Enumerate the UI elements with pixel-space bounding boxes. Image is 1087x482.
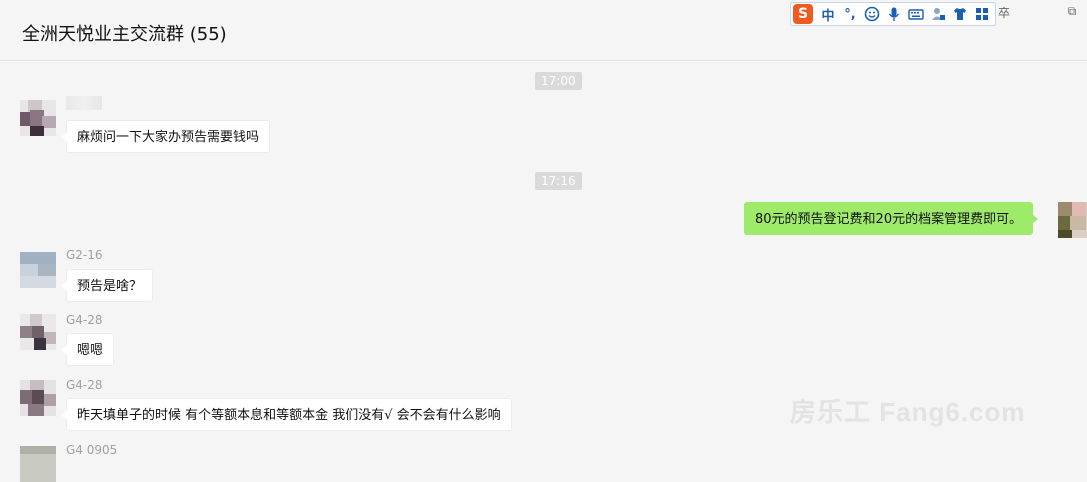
my-message-bubble[interactable]: 80元的预告登记费和20元的档案管理费即可。 (744, 202, 1039, 235)
sogou-logo-icon[interactable]: S (793, 4, 813, 24)
watermark: 房乐工 Fang6.com (790, 397, 1026, 427)
sender-name: G4-28 (66, 378, 103, 392)
sender-name: G4 0905 (66, 443, 118, 457)
message-bubble[interactable]: 昨天填单子的时候 有个等额本息和等额本金 我们没有√ 会不会有什么影响 (61, 398, 512, 431)
sender-name: G4-28 (66, 313, 103, 327)
timestamp: 17:16 (535, 172, 582, 190)
restore-button[interactable]: ⧉ (1064, 4, 1080, 19)
keyboard-icon[interactable] (905, 4, 927, 24)
sender-name-redacted (66, 96, 102, 110)
message-bubble[interactable]: 麻烦问一下大家办预告需要钱吗 (60, 120, 271, 153)
mic-icon[interactable] (883, 4, 905, 24)
ime-mode-toggle[interactable]: 中 (817, 4, 839, 24)
timestamp: 17:00 (535, 72, 582, 90)
shirt-icon[interactable] (949, 4, 971, 24)
chat-title: 全洲天悦业主交流群 (55) (22, 24, 227, 45)
avatar[interactable] (20, 100, 56, 136)
grid-icon[interactable] (971, 4, 993, 24)
user-icon[interactable] (927, 4, 949, 24)
avatar[interactable] (20, 252, 56, 288)
avatar[interactable] (20, 380, 56, 416)
message-bubble[interactable]: 预告是啥？ (60, 269, 154, 302)
message-bubble[interactable]: 嗯嗯 (60, 333, 115, 366)
avatar[interactable] (20, 446, 56, 482)
minimize-button[interactable]: 卒 (996, 4, 1012, 21)
avatar[interactable] (20, 314, 56, 350)
my-avatar[interactable] (1058, 202, 1087, 238)
ime-punct-toggle[interactable]: °, (839, 4, 861, 24)
sender-name: G2-16 (66, 248, 103, 262)
ime-toolbar[interactable]: S 中 °, (790, 2, 996, 26)
emoji-icon[interactable] (861, 4, 883, 24)
